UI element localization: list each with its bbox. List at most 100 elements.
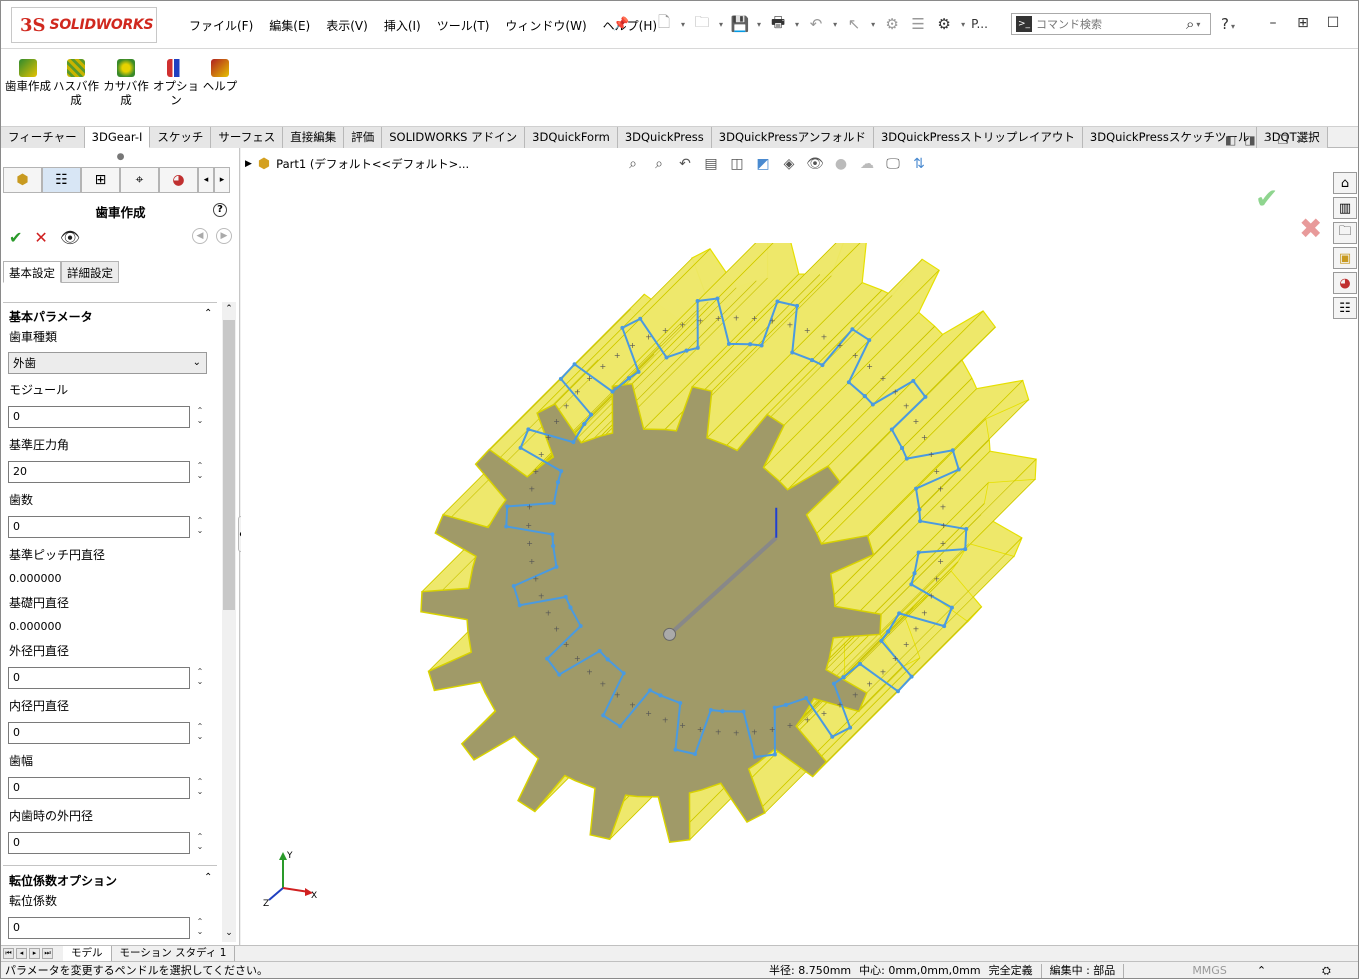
rebuild-status-icon[interactable]: ⛭: [1322, 962, 1331, 978]
graphics-area[interactable]: ▶ ⬢ Part1 (デフォルト<<デフォルト>... ⌕ ⌕ ↶ ▤ ◫ ◩ …: [241, 148, 1358, 945]
configuration-manager-tab-icon[interactable]: ⊞: [81, 167, 120, 193]
tab-3dquickpress-strip[interactable]: 3DQuickPressストリップレイアウト: [873, 127, 1083, 148]
dimxpert-tab-icon[interactable]: ⌖: [120, 167, 159, 193]
menu-view[interactable]: 表示(V): [318, 17, 376, 35]
tab-evaluate[interactable]: 評価: [344, 127, 383, 148]
feature-manager-tab-icon[interactable]: ⬢: [3, 167, 42, 193]
face-width-spinner-icon[interactable]: ⌃ ⌄: [194, 777, 206, 799]
tab-detail-settings[interactable]: 詳細設定: [61, 261, 119, 283]
view-palette-icon[interactable]: ▣: [1333, 247, 1357, 269]
display-manager-tab-icon[interactable]: ◕: [159, 167, 198, 193]
maximize-icon[interactable]: ☐: [1323, 13, 1343, 33]
help-menu[interactable]: ? ▾: [1221, 15, 1237, 33]
previous-view-icon[interactable]: ↶: [675, 154, 695, 174]
last-tab-icon[interactable]: ⏭: [42, 948, 53, 959]
select-pointer-icon[interactable]: ↖: [843, 13, 865, 35]
search-icon[interactable]: ⌕: [1186, 15, 1194, 33]
confirm-ok-icon[interactable]: ✔: [1255, 182, 1278, 215]
prev-tab-icon[interactable]: ◂: [16, 948, 27, 959]
collapse-chevron-icon[interactable]: ⌃: [204, 872, 212, 883]
internal-outer-input[interactable]: 0: [8, 832, 190, 854]
back-arrow-icon[interactable]: ◀: [192, 228, 208, 244]
command-search[interactable]: >_ ⌕ ▾: [1011, 13, 1211, 35]
help-button[interactable]: ヘルプ: [197, 59, 243, 93]
tile-windows-icon[interactable]: ⊞: [1293, 13, 1313, 33]
tab-addins[interactable]: SOLIDWORKS アドイン: [382, 127, 526, 148]
pin-menu-icon[interactable]: 📌: [613, 17, 629, 32]
tab-scroll-right-icon[interactable]: ▸: [214, 167, 230, 193]
dynamic-annotation-icon[interactable]: ◫: [727, 154, 747, 174]
tab-basic-settings[interactable]: 基本設定: [3, 261, 61, 283]
new-document-icon[interactable]: 🗋: [653, 13, 675, 35]
collapse-chevron-icon[interactable]: ⌃: [204, 308, 212, 319]
menu-file[interactable]: ファイル(F): [181, 17, 261, 35]
expand-arrow-icon[interactable]: ▶: [245, 159, 252, 169]
preview-eye-icon[interactable]: 👁: [60, 228, 80, 247]
minimize-icon[interactable]: –: [1263, 13, 1283, 33]
tab-scroll-left-icon[interactable]: ◂: [198, 167, 214, 193]
options-gear-icon[interactable]: ⚙: [933, 13, 955, 35]
module-spinner-icon[interactable]: ⌃ ⌄: [194, 406, 206, 428]
panel-scrollbar[interactable]: ⌃ ⌄: [222, 302, 236, 942]
outer-diameter-input[interactable]: 0: [8, 667, 190, 689]
tab-3dquickpress-unfold[interactable]: 3DQuickPressアンフォルド: [711, 127, 874, 148]
view-settings-icon[interactable]: 🖵: [883, 154, 903, 174]
tab-3dgear[interactable]: 3DGear-I: [84, 127, 151, 148]
tab-3dquickpress[interactable]: 3DQuickPress: [617, 127, 712, 148]
shift-spinner-icon[interactable]: ⌃ ⌄: [194, 917, 206, 939]
file-properties-icon[interactable]: ☰: [907, 13, 929, 35]
feature-breadcrumb[interactable]: ▶ ⬢ Part1 (デフォルト<<デフォルト>...: [245, 156, 469, 172]
doc-restore-icon[interactable]: ❐: [1278, 133, 1289, 147]
section-view-icon[interactable]: ▤: [701, 154, 721, 174]
confirm-cancel-icon[interactable]: ✖: [1299, 212, 1322, 245]
tab-3dquickform[interactable]: 3DQuickForm: [525, 127, 618, 148]
scroll-down-icon[interactable]: ⌄: [222, 928, 236, 940]
view-orientation-icon[interactable]: ◩: [753, 154, 773, 174]
first-tab-icon[interactable]: ⏮: [3, 948, 14, 959]
internal-outer-spinner-icon[interactable]: ⌃ ⌄: [194, 832, 206, 854]
forward-arrow-icon[interactable]: ▶: [216, 228, 232, 244]
tab-sketch[interactable]: スケッチ: [150, 127, 212, 148]
rebuild-icon[interactable]: ⚙: [881, 13, 903, 35]
menu-tools[interactable]: ツール(T): [429, 17, 498, 35]
panel-grip-icon[interactable]: ●: [1, 148, 240, 166]
home-icon[interactable]: ⌂: [1333, 172, 1357, 194]
undo-icon[interactable]: ↶: [805, 13, 827, 35]
pressure-angle-input[interactable]: 20: [8, 461, 190, 483]
design-library-icon[interactable]: ▥: [1333, 197, 1357, 219]
inner-diameter-spinner-icon[interactable]: ⌃ ⌄: [194, 722, 206, 744]
gear-model-3d[interactable]: + + + + + + + + + + + + + + + + + + + + + + + + + + + + + + + + + + + + + + + +…: [381, 243, 1101, 943]
zoom-fit-icon[interactable]: ⌕: [623, 154, 643, 174]
shift-input[interactable]: 0: [8, 917, 190, 939]
tab-model[interactable]: モデル: [63, 945, 112, 962]
panel-help-icon[interactable]: ?: [213, 203, 227, 217]
units-up-icon[interactable]: ⌃: [1257, 962, 1266, 978]
doc-minimize-icon[interactable]: –: [1264, 133, 1270, 147]
doc-close-icon[interactable]: ✕: [1296, 133, 1306, 147]
display-style-icon[interactable]: ◈: [779, 154, 799, 174]
view-axis-icon[interactable]: ⇅: [909, 154, 929, 174]
edit-appearance-icon[interactable]: ●: [831, 154, 851, 174]
pressure-angle-spinner-icon[interactable]: ⌃ ⌄: [194, 461, 206, 483]
tab-motion-study[interactable]: モーション スタディ 1: [112, 945, 236, 962]
save-icon[interactable]: 💾: [729, 13, 751, 35]
close-icon[interactable]: ✕: [1353, 13, 1358, 33]
solidworks-logo[interactable]: 3S SOLIDWORKS: [11, 7, 157, 43]
make-gear-button[interactable]: 歯車作成: [5, 59, 51, 93]
scene-icon[interactable]: ☁: [857, 154, 877, 174]
teeth-spinner-icon[interactable]: ⌃ ⌄: [194, 516, 206, 538]
panel-left-icon[interactable]: ◧: [1225, 133, 1236, 147]
tab-feature[interactable]: フィーチャー: [1, 127, 85, 148]
next-tab-icon[interactable]: ▸: [29, 948, 40, 959]
menu-edit[interactable]: 編集(E): [261, 17, 318, 35]
file-explorer-icon[interactable]: 🗀: [1333, 222, 1357, 244]
menu-insert[interactable]: 挿入(I): [376, 17, 429, 35]
tab-surface[interactable]: サーフェス: [211, 127, 284, 148]
outer-diameter-spinner-icon[interactable]: ⌃ ⌄: [194, 667, 206, 689]
property-manager-tab-icon[interactable]: ☷: [42, 167, 81, 193]
hide-show-icon[interactable]: 👁: [805, 154, 825, 174]
status-units[interactable]: MMGS: [1192, 962, 1227, 978]
zoom-area-icon[interactable]: ⌕: [649, 154, 669, 174]
print-icon[interactable]: 🖶: [767, 13, 789, 35]
inner-diameter-input[interactable]: 0: [8, 722, 190, 744]
